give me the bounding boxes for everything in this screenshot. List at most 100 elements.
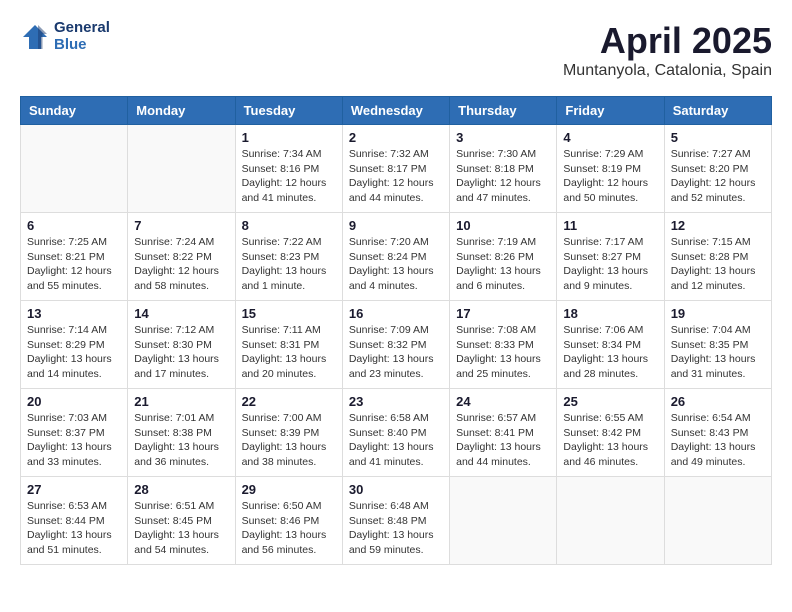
calendar-cell: 4Sunrise: 7:29 AMSunset: 8:19 PMDaylight… xyxy=(557,125,664,213)
day-number: 7 xyxy=(134,218,228,233)
day-info: Sunrise: 7:32 AMSunset: 8:17 PMDaylight:… xyxy=(349,147,443,206)
title-block: April 2025 Muntanyola, Catalonia, Spain xyxy=(563,20,772,80)
calendar-subtitle: Muntanyola, Catalonia, Spain xyxy=(563,62,772,80)
day-info: Sunrise: 7:25 AMSunset: 8:21 PMDaylight:… xyxy=(27,235,121,294)
calendar-cell: 19 Sunrise: 7:04 AMSunset: 8:35 PMDayligh… xyxy=(664,301,771,389)
calendar-cell: 25Sunrise: 6:55 AMSunset: 8:42 PMDayligh… xyxy=(557,389,664,477)
week-row-2: 6 Sunrise: 7:25 AMSunset: 8:21 PMDaylight… xyxy=(21,213,772,301)
calendar-cell: 6 Sunrise: 7:25 AMSunset: 8:21 PMDaylight… xyxy=(21,213,128,301)
calendar-cell: 15 Sunrise: 7:11 AMSunset: 8:31 PMDayligh… xyxy=(235,301,342,389)
day-info: Sunrise: 7:19 AMSunset: 8:26 PMDaylight:… xyxy=(456,235,550,294)
logo-line2: Blue xyxy=(54,37,110,54)
calendar-cell: 11 Sunrise: 7:17 AMSunset: 8:27 PMDayligh… xyxy=(557,213,664,301)
calendar-cell: 16 Sunrise: 7:09 AMSunset: 8:32 PMDayligh… xyxy=(342,301,449,389)
day-number: 23 xyxy=(349,394,443,409)
day-info: Sunrise: 6:55 AMSunset: 8:42 PMDaylight:… xyxy=(563,411,657,470)
day-info: Sunrise: 6:50 AMSunset: 8:46 PMDaylight:… xyxy=(242,499,336,558)
logo-icon xyxy=(20,22,50,52)
day-info: Sunrise: 7:00 AMSunset: 8:39 PMDaylight:… xyxy=(242,411,336,470)
day-number: 16 xyxy=(349,306,443,321)
day-number: 15 xyxy=(242,306,336,321)
day-info: Sunrise: 7:17 AMSunset: 8:27 PMDaylight:… xyxy=(563,235,657,294)
day-number: 8 xyxy=(242,218,336,233)
day-number: 29 xyxy=(242,482,336,497)
calendar-cell: 8 Sunrise: 7:22 AMSunset: 8:23 PMDaylight… xyxy=(235,213,342,301)
weekday-header-tuesday: Tuesday xyxy=(235,97,342,125)
calendar-cell: 5 Sunrise: 7:27 AMSunset: 8:20 PMDaylight… xyxy=(664,125,771,213)
day-number: 19 xyxy=(671,306,765,321)
day-info: Sunrise: 7:01 AMSunset: 8:38 PMDaylight:… xyxy=(134,411,228,470)
day-number: 6 xyxy=(27,218,121,233)
day-info: Sunrise: 6:51 AMSunset: 8:45 PMDaylight:… xyxy=(134,499,228,558)
calendar-cell: 14Sunrise: 7:12 AMSunset: 8:30 PMDayligh… xyxy=(128,301,235,389)
day-info: Sunrise: 7:15 AMSunset: 8:28 PMDaylight:… xyxy=(671,235,765,294)
day-info: Sunrise: 7:34 AMSunset: 8:16 PMDaylight:… xyxy=(242,147,336,206)
day-info: Sunrise: 7:03 AMSunset: 8:37 PMDaylight:… xyxy=(27,411,121,470)
calendar-cell: 10 Sunrise: 7:19 AMSunset: 8:26 PMDayligh… xyxy=(450,213,557,301)
day-info: Sunrise: 7:11 AMSunset: 8:31 PMDaylight:… xyxy=(242,323,336,382)
day-number: 12 xyxy=(671,218,765,233)
day-info: Sunrise: 7:08 AMSunset: 8:33 PMDaylight:… xyxy=(456,323,550,382)
day-info: Sunrise: 7:04 AMSunset: 8:35 PMDaylight:… xyxy=(671,323,765,382)
day-number: 13 xyxy=(27,306,121,321)
calendar-cell: 2 Sunrise: 7:32 AMSunset: 8:17 PMDaylight… xyxy=(342,125,449,213)
calendar-table: SundayMondayTuesdayWednesdayThursdayFrid… xyxy=(20,96,772,565)
day-number: 17 xyxy=(456,306,550,321)
weekday-header-sunday: Sunday xyxy=(21,97,128,125)
calendar-cell: 1Sunrise: 7:34 AMSunset: 8:16 PMDaylight… xyxy=(235,125,342,213)
day-info: Sunrise: 7:22 AMSunset: 8:23 PMDaylight:… xyxy=(242,235,336,294)
calendar-cell: 24 Sunrise: 6:57 AMSunset: 8:41 PMDayligh… xyxy=(450,389,557,477)
day-number: 24 xyxy=(456,394,550,409)
calendar-cell: 9Sunrise: 7:20 AMSunset: 8:24 PMDaylight… xyxy=(342,213,449,301)
calendar-cell: 17 Sunrise: 7:08 AMSunset: 8:33 PMDayligh… xyxy=(450,301,557,389)
day-info: Sunrise: 6:57 AMSunset: 8:41 PMDaylight:… xyxy=(456,411,550,470)
day-info: Sunrise: 6:58 AMSunset: 8:40 PMDaylight:… xyxy=(349,411,443,470)
day-info: Sunrise: 7:30 AMSunset: 8:18 PMDaylight:… xyxy=(456,147,550,206)
calendar-cell: 29 Sunrise: 6:50 AMSunset: 8:46 PMDayligh… xyxy=(235,477,342,565)
day-number: 30 xyxy=(349,482,443,497)
calendar-cell: 7 Sunrise: 7:24 AMSunset: 8:22 PMDaylight… xyxy=(128,213,235,301)
day-info: Sunrise: 7:27 AMSunset: 8:20 PMDaylight:… xyxy=(671,147,765,206)
day-info: Sunrise: 7:14 AMSunset: 8:29 PMDaylight:… xyxy=(27,323,121,382)
day-number: 22 xyxy=(242,394,336,409)
weekday-header-thursday: Thursday xyxy=(450,97,557,125)
calendar-cell xyxy=(664,477,771,565)
page-header: General Blue April 2025 Muntanyola, Cata… xyxy=(20,20,772,80)
calendar-cell xyxy=(557,477,664,565)
day-number: 3 xyxy=(456,130,550,145)
calendar-cell: 26Sunrise: 6:54 AMSunset: 8:43 PMDayligh… xyxy=(664,389,771,477)
week-row-3: 13 Sunrise: 7:14 AMSunset: 8:29 PMDayligh… xyxy=(21,301,772,389)
weekday-header-saturday: Saturday xyxy=(664,97,771,125)
day-number: 4 xyxy=(563,130,657,145)
logo-text: General Blue xyxy=(54,20,110,53)
calendar-cell: 18 Sunrise: 7:06 AMSunset: 8:34 PMDayligh… xyxy=(557,301,664,389)
day-number: 21 xyxy=(134,394,228,409)
day-number: 2 xyxy=(349,130,443,145)
calendar-cell xyxy=(128,125,235,213)
calendar-title: April 2025 xyxy=(563,20,772,62)
day-info: Sunrise: 7:24 AMSunset: 8:22 PMDaylight:… xyxy=(134,235,228,294)
day-number: 9 xyxy=(349,218,443,233)
calendar-cell: 20Sunrise: 7:03 AMSunset: 8:37 PMDayligh… xyxy=(21,389,128,477)
calendar-cell: 3 Sunrise: 7:30 AMSunset: 8:18 PMDaylight… xyxy=(450,125,557,213)
calendar-cell: 30 Sunrise: 6:48 AMSunset: 8:48 PMDayligh… xyxy=(342,477,449,565)
calendar-cell: 13 Sunrise: 7:14 AMSunset: 8:29 PMDayligh… xyxy=(21,301,128,389)
day-info: Sunrise: 6:53 AMSunset: 8:44 PMDaylight:… xyxy=(27,499,121,558)
week-row-4: 20Sunrise: 7:03 AMSunset: 8:37 PMDayligh… xyxy=(21,389,772,477)
day-info: Sunrise: 6:48 AMSunset: 8:48 PMDaylight:… xyxy=(349,499,443,558)
weekday-header-wednesday: Wednesday xyxy=(342,97,449,125)
week-row-5: 27 Sunrise: 6:53 AMSunset: 8:44 PMDayligh… xyxy=(21,477,772,565)
day-number: 10 xyxy=(456,218,550,233)
day-number: 11 xyxy=(563,218,657,233)
day-number: 18 xyxy=(563,306,657,321)
day-number: 27 xyxy=(27,482,121,497)
day-number: 26 xyxy=(671,394,765,409)
day-number: 5 xyxy=(671,130,765,145)
day-info: Sunrise: 7:09 AMSunset: 8:32 PMDaylight:… xyxy=(349,323,443,382)
calendar-cell xyxy=(21,125,128,213)
day-info: Sunrise: 7:06 AMSunset: 8:34 PMDaylight:… xyxy=(563,323,657,382)
day-number: 28 xyxy=(134,482,228,497)
calendar-cell: 21 Sunrise: 7:01 AMSunset: 8:38 PMDayligh… xyxy=(128,389,235,477)
calendar-cell: 23 Sunrise: 6:58 AMSunset: 8:40 PMDayligh… xyxy=(342,389,449,477)
weekday-header-monday: Monday xyxy=(128,97,235,125)
